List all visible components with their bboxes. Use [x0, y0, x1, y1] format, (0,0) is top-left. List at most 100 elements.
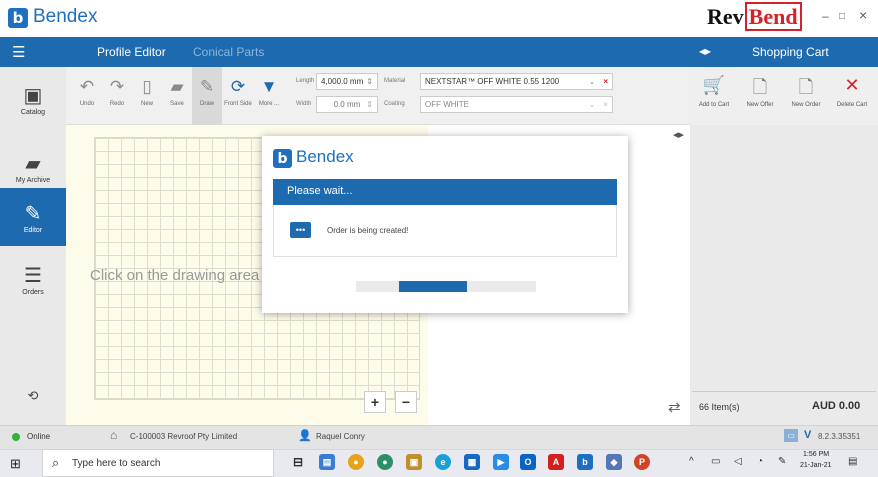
- zoom-out-button[interactable]: −: [395, 391, 417, 413]
- task-view-icon[interactable]: ⊟: [290, 454, 306, 470]
- cart-item-count: 66 Item(s): [699, 402, 740, 412]
- draw-button[interactable]: ✎ Draw: [192, 67, 222, 125]
- delete-cart-button[interactable]: ✕ Delete Cart: [830, 75, 874, 108]
- app-name: Bendex: [33, 6, 98, 27]
- pen-icon[interactable]: ✎: [778, 456, 786, 467]
- sidebar-item-label: Editor: [23, 226, 43, 234]
- taskbar-time[interactable]: 1:56 PM: [803, 451, 829, 458]
- swap-arrows-icon[interactable]: ⇄: [668, 398, 681, 416]
- zoom-icon[interactable]: ▶: [493, 454, 509, 470]
- acrobat-icon[interactable]: A: [548, 454, 564, 470]
- close-button[interactable]: ×: [859, 7, 867, 23]
- sidebar-item-label: Catalog: [20, 108, 46, 116]
- zoom-in-button[interactable]: +: [364, 391, 386, 413]
- panel-toggle-arrows-icon[interactable]: ◂▸: [673, 128, 684, 141]
- offer-icon: 🗋: [752, 77, 768, 97]
- sidebar-item-editor[interactable]: ✎ Editor: [0, 188, 66, 246]
- chevron-down-icon: ⌄: [588, 100, 596, 109]
- length-input[interactable]: 4,000.0 mm ⇕: [316, 73, 378, 90]
- new-offer-label: New Offer: [746, 102, 774, 108]
- chrome-icon[interactable]: ●: [348, 454, 364, 470]
- refresh-icon: ⟲: [27, 388, 39, 403]
- status-company: C-100003 Revroof Pty Limited: [130, 432, 238, 441]
- delete-cart-icon: ✕: [844, 75, 860, 95]
- sidebar-item-orders[interactable]: ☰ Orders: [0, 251, 66, 307]
- material-value: NEXTSTAR™ OFF WHITE 0.55 1200: [425, 77, 560, 86]
- company-icon: ⌂: [110, 428, 118, 442]
- pencil-icon: ✎: [24, 202, 42, 225]
- add-to-cart-button[interactable]: 🛒 Add to Cart: [692, 75, 736, 108]
- edge-icon[interactable]: e: [435, 454, 451, 470]
- status-online: Online: [27, 432, 51, 441]
- cart-icon: 🛒: [702, 75, 726, 95]
- clear-material-icon[interactable]: ×: [603, 77, 608, 86]
- spinner-icon[interactable]: ⇕: [366, 77, 373, 86]
- taskbar-search-placeholder: Type here to search: [72, 458, 161, 469]
- new-document-icon: ▯: [142, 77, 152, 96]
- material-label: Material: [384, 78, 406, 84]
- new-offer-button[interactable]: 🗋 New Offer: [738, 75, 782, 108]
- sidebar-item-catalog[interactable]: ▣ Catalog: [0, 71, 66, 127]
- file-explorer-icon[interactable]: ▤: [319, 454, 335, 470]
- new-order-button[interactable]: 🗋 New Order: [784, 75, 828, 108]
- save-label: Save: [170, 101, 184, 107]
- sidebar-item-my-archive[interactable]: ▰ My Archive: [0, 139, 66, 195]
- new-button[interactable]: ▯ New: [132, 67, 162, 125]
- spinner-icon[interactable]: ⇕: [366, 100, 373, 109]
- chevron-down-icon: ▼: [260, 77, 278, 96]
- redo-button[interactable]: ↷ Redo: [102, 67, 132, 125]
- redo-label: Redo: [109, 101, 125, 107]
- sidebar-item-label: My Archive: [15, 176, 51, 184]
- draw-label: Draw: [199, 101, 214, 107]
- windows-start-icon[interactable]: ⊞: [10, 456, 21, 472]
- coating-value: OFF WHITE: [425, 100, 469, 109]
- width-input[interactable]: 0.0 mm ⇕: [316, 96, 378, 113]
- hamburger-menu-icon[interactable]: ☰: [12, 43, 25, 61]
- tab-profile-editor[interactable]: Profile Editor: [97, 45, 166, 59]
- wifi-icon[interactable]: ◔: [757, 456, 763, 467]
- new-label: New: [140, 101, 153, 107]
- clear-coating-icon[interactable]: ×: [603, 100, 608, 109]
- store-icon[interactable]: ▦: [464, 454, 480, 470]
- revbend-logo: Rev Bend: [707, 2, 802, 31]
- undo-button[interactable]: ↶ Undo: [72, 67, 102, 125]
- version-logo-icon: V: [804, 429, 812, 441]
- chat-icon[interactable]: ▭: [784, 429, 798, 442]
- cart-toggle-arrows-icon[interactable]: ◂▸: [699, 44, 711, 58]
- maximize-button[interactable]: □: [839, 11, 845, 22]
- coating-select[interactable]: OFF WHITE ⌄ ×: [420, 96, 613, 113]
- app-icon[interactable]: ◆: [606, 454, 622, 470]
- new-order-label: New Order: [791, 102, 821, 108]
- outlook-icon[interactable]: O: [520, 454, 536, 470]
- coating-label: Coating: [384, 101, 405, 107]
- front-side-button[interactable]: ⟳ Front Side: [223, 67, 253, 125]
- more-label: More ...: [258, 101, 280, 107]
- redo-icon: ↷: [109, 77, 125, 96]
- sidebar-refresh-button[interactable]: ⟲: [0, 381, 66, 421]
- dialog-header: Please wait...: [273, 179, 617, 205]
- save-folder-icon: ▰: [170, 77, 184, 96]
- taskbar-date[interactable]: 21-Jan-21: [800, 462, 832, 469]
- minimize-button[interactable]: –: [822, 9, 829, 23]
- powerpoint-icon[interactable]: P: [634, 454, 650, 470]
- drawing-hint: Click on the drawing area and: [90, 267, 289, 284]
- user-icon: 👤: [298, 430, 312, 442]
- material-select[interactable]: NEXTSTAR™ OFF WHITE 0.55 1200 ⌄ ×: [420, 73, 613, 90]
- notifications-icon[interactable]: ▤: [848, 456, 857, 467]
- save-button[interactable]: ▰ Save: [162, 67, 192, 125]
- app-icon[interactable]: ▣: [406, 454, 422, 470]
- front-side-label: Front Side: [224, 101, 252, 107]
- folder-icon: ▰: [25, 152, 41, 175]
- bendex-taskbar-icon[interactable]: b: [577, 454, 593, 470]
- volume-icon[interactable]: ◁: [734, 456, 742, 467]
- rotate-icon: ⟳: [230, 77, 246, 96]
- tab-conical-parts[interactable]: Conical Parts: [193, 45, 264, 59]
- browser-icon[interactable]: ●: [377, 454, 393, 470]
- status-version: 8.2.3.35351: [818, 432, 861, 441]
- brand-suffix: Bend: [744, 2, 802, 31]
- brand-prefix: Rev: [707, 4, 744, 29]
- more-button[interactable]: ▼ More ...: [254, 67, 284, 125]
- bendex-logo-icon: b: [8, 8, 28, 28]
- tray-chevron-icon[interactable]: ^: [689, 456, 694, 467]
- progress-bar-fill: [399, 281, 467, 292]
